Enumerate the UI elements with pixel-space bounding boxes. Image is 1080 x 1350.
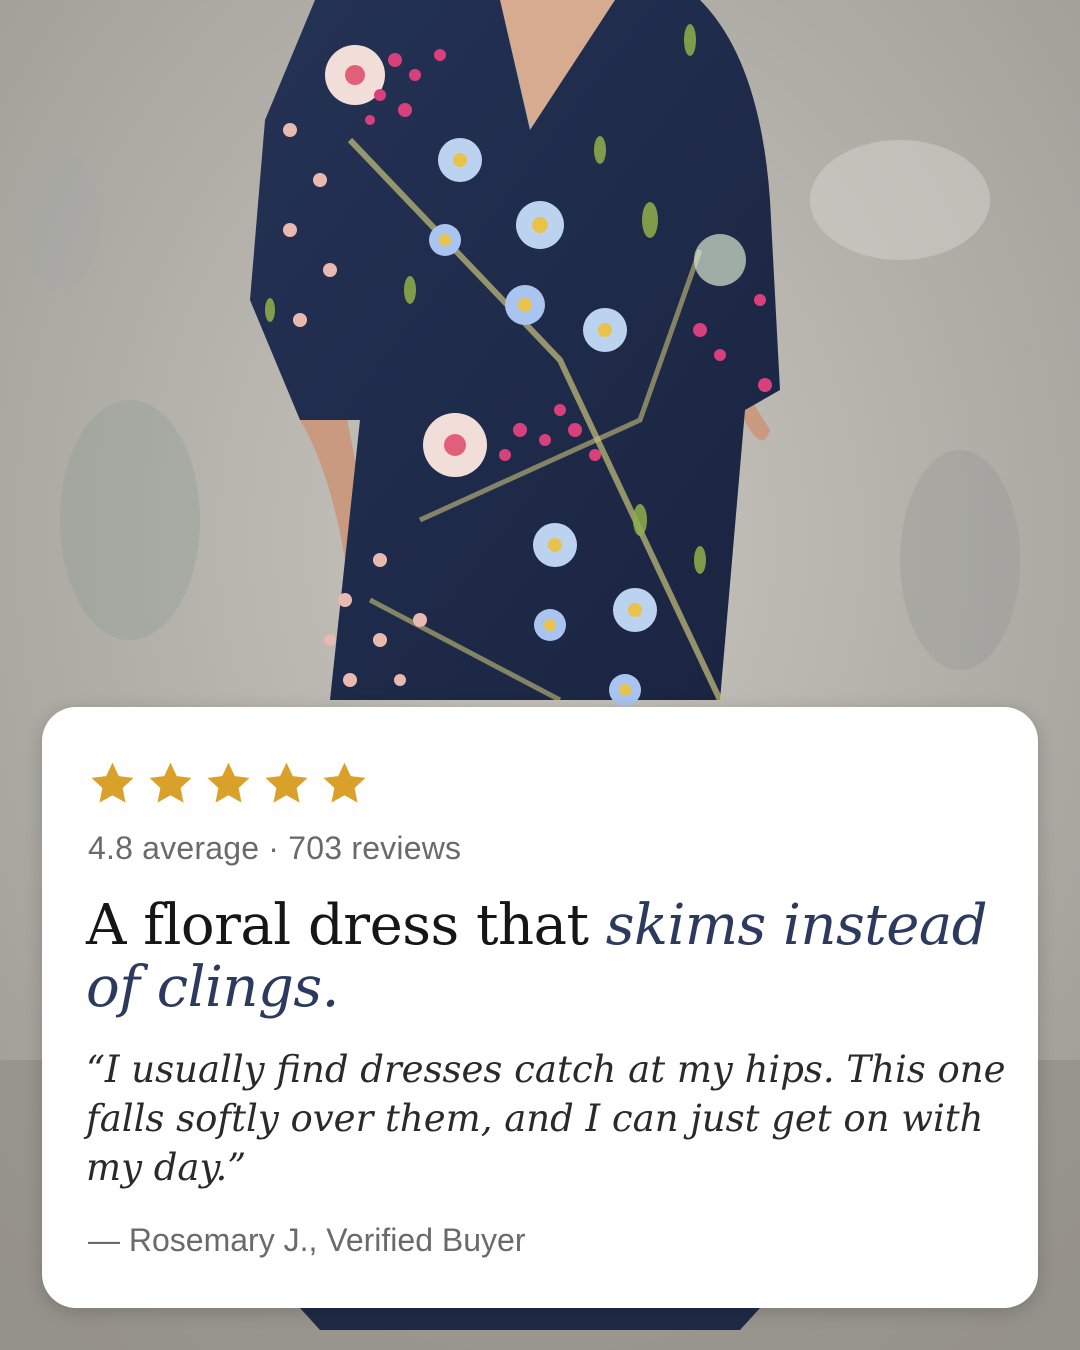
star-icon (323, 762, 366, 803)
star-icon (207, 762, 250, 803)
star-icon (265, 762, 308, 803)
review-attribution: — Rosemary J., Verified Buyer (88, 1222, 526, 1258)
review-headline: A floral dress that skims instead of cli… (86, 895, 1006, 1019)
review-quote: “I usually find dresses catch at my hips… (86, 1048, 1006, 1189)
star-icon (149, 762, 192, 803)
headline-plain-text: A floral dress that (86, 893, 606, 958)
star-rating (88, 759, 369, 808)
star-icon (91, 762, 134, 803)
rating-summary: 4.8 average · 703 reviews (88, 830, 462, 866)
review-card: 4.8 average · 703 reviews A floral dress… (42, 707, 1038, 1308)
